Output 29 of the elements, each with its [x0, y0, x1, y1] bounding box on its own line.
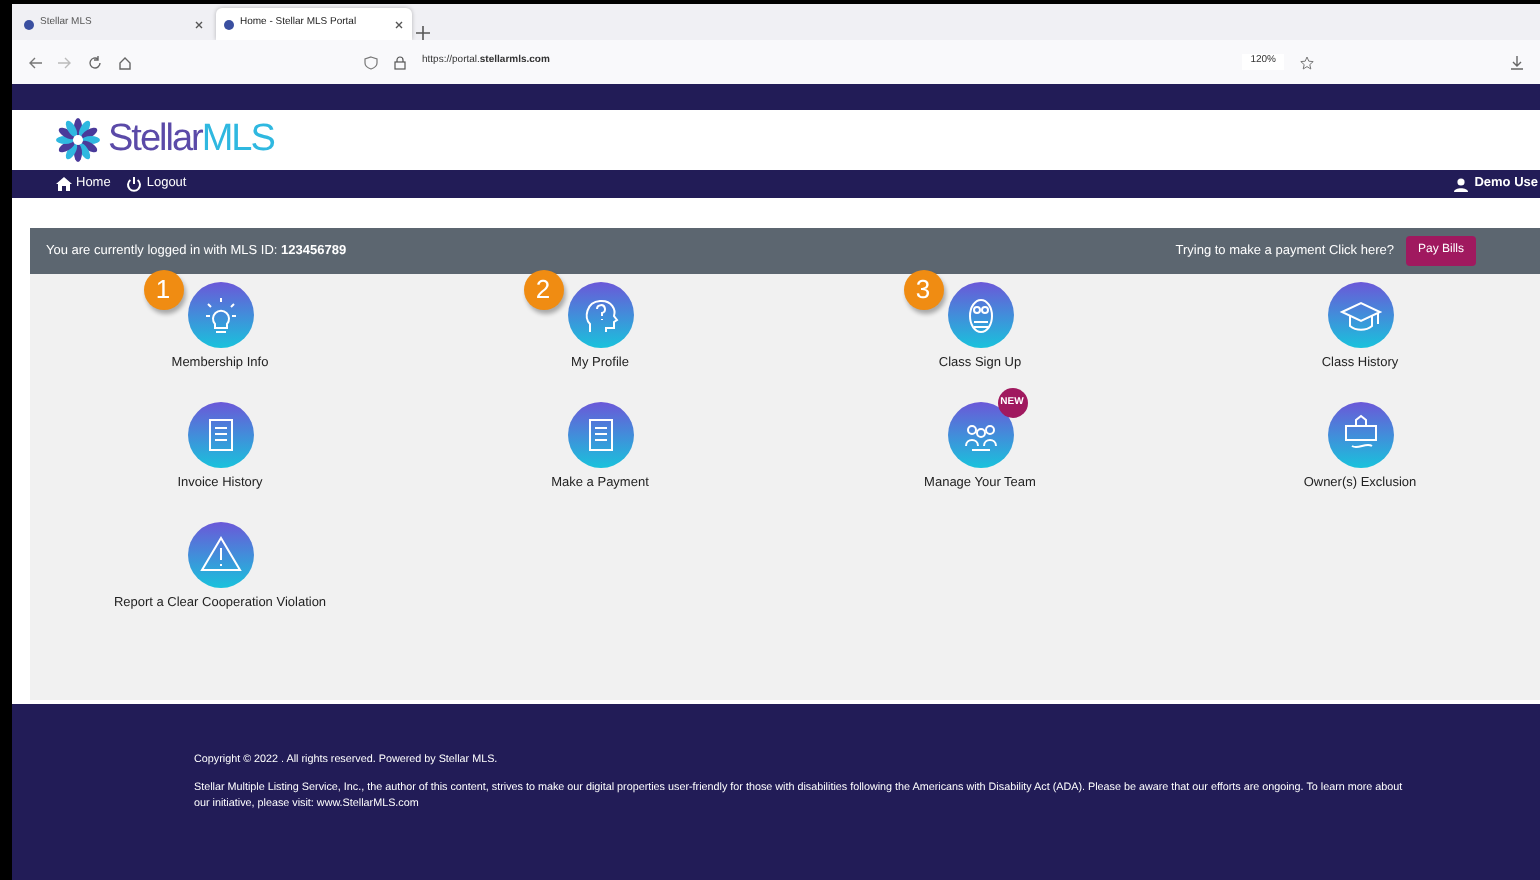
back-icon[interactable]	[28, 55, 42, 69]
logo-icon	[56, 118, 100, 162]
bookmark-star-icon[interactable]	[1300, 55, 1314, 69]
lock-icon	[394, 55, 406, 69]
user-icon	[1454, 177, 1469, 191]
step-number: 3	[903, 270, 943, 310]
step-number: 1	[143, 270, 183, 310]
close-icon[interactable]	[394, 19, 404, 29]
bulb-icon[interactable]	[187, 282, 253, 348]
owl-icon[interactable]	[947, 282, 1013, 348]
team-icon[interactable]	[947, 401, 1013, 468]
sign-icon[interactable]	[1327, 401, 1393, 468]
home-icon	[56, 176, 72, 192]
cap-icon[interactable]	[1327, 282, 1393, 348]
document-icon[interactable]	[567, 401, 633, 468]
power-icon	[126, 176, 143, 192]
tab-favicon	[24, 19, 34, 29]
download-icon[interactable]	[1510, 55, 1524, 69]
close-icon[interactable]	[194, 19, 204, 29]
step-number: 2	[523, 270, 563, 310]
tab-favicon	[224, 19, 234, 29]
new-tab-icon[interactable]	[416, 26, 430, 40]
brand-logo-text: StellarMLS	[108, 115, 274, 164]
reload-icon[interactable]	[88, 55, 102, 69]
shield-icon	[364, 55, 378, 69]
warning-icon[interactable]	[187, 521, 253, 587]
home-icon[interactable]	[118, 55, 132, 69]
document-icon[interactable]	[187, 401, 253, 468]
head-icon[interactable]	[567, 282, 633, 348]
